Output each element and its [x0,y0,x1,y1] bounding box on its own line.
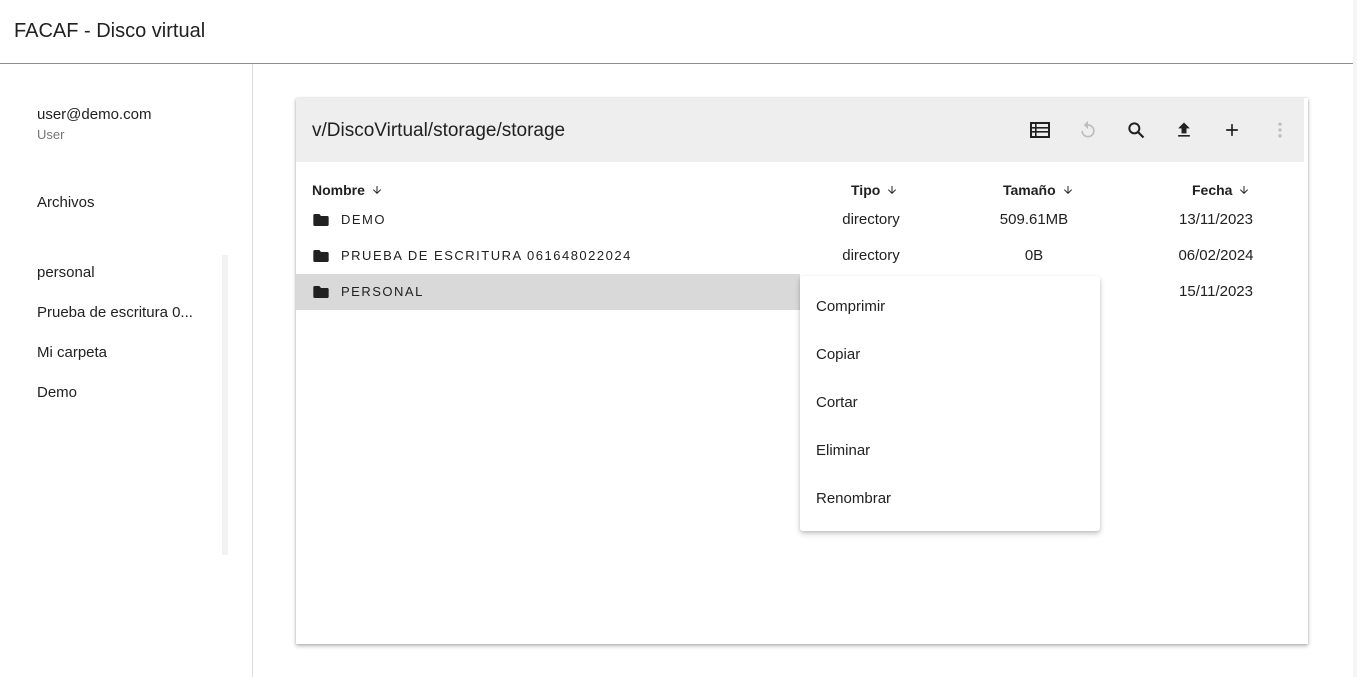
table-row[interactable]: PRUEBA DE ESCRITURA 061648022024 directo… [296,238,1304,274]
upload-icon[interactable] [1172,118,1196,142]
file-type: directory [842,211,900,228]
file-name: PERSONAL [341,284,424,299]
app-title: FACAF - Disco virtual [14,20,206,42]
folder-icon [313,286,329,298]
refresh-icon [1076,118,1100,142]
column-header-tipo[interactable]: Tipo [851,182,898,198]
menu-item-comprimir[interactable]: Comprimir [800,282,1100,330]
file-browser-toolbar: v/DiscoVirtual/storage/storage [296,98,1304,162]
more-vert-icon [1268,118,1292,142]
file-size: 0B [1024,247,1044,264]
column-label-tamano: Tamaño [1003,182,1056,198]
nav-item-archivos[interactable]: Archivos [37,194,95,211]
file-date: 06/02/2024 [1178,247,1254,264]
user-role: User [37,127,65,142]
list-view-icon[interactable] [1028,118,1052,142]
menu-item-copiar[interactable]: Copiar [800,330,1100,378]
sort-arrow-down-icon [888,186,897,194]
sidebar-item-prueba-de-escritura[interactable]: Prueba de escritura 0... [37,304,207,321]
window-edge [1353,0,1357,677]
file-date: 15/11/2023 [1179,283,1253,300]
current-path: v/DiscoVirtual/storage/storage [312,120,566,141]
folder-list-scrollbar[interactable] [222,255,228,555]
column-header-tamano[interactable]: Tamaño [1003,182,1074,198]
menu-item-cortar[interactable]: Cortar [800,378,1100,426]
file-name: PRUEBA DE ESCRITURA 061648022024 [341,248,632,263]
sidebar-item-mi-carpeta[interactable]: Mi carpeta [37,344,207,361]
sort-arrow-down-icon [1063,186,1072,194]
column-header-fecha[interactable]: Fecha [1192,182,1250,198]
file-name: DEMO [341,212,386,227]
menu-item-eliminar[interactable]: Eliminar [800,426,1100,474]
table-header: Nombre Tipo Tamaño Fecha [296,178,1304,202]
file-size: 509.61MB [999,211,1069,228]
column-header-nombre[interactable]: Nombre [312,182,383,198]
sidebar-item-demo[interactable]: Demo [37,384,207,401]
column-label-tipo: Tipo [851,182,881,198]
folder-list: personal Prueba de escritura 0... Mi car… [0,254,230,554]
sort-arrow-down-icon [372,186,381,194]
search-icon[interactable] [1124,118,1148,142]
sidebar-item-personal[interactable]: personal [37,264,207,281]
folder-icon [313,250,329,262]
sidebar: user@demo.com User Archivos personal Pru… [0,64,253,677]
sort-arrow-down-icon [1240,186,1249,194]
table-row[interactable]: DEMO directory 509.61MB 13/11/2023 [296,202,1304,238]
context-menu: Comprimir Copiar Cortar Eliminar Renombr… [800,276,1100,531]
file-type: directory [842,247,900,264]
folder-icon [313,214,329,226]
menu-item-renombrar[interactable]: Renombrar [800,474,1100,522]
user-email: user@demo.com [37,106,152,123]
add-icon[interactable] [1220,118,1244,142]
column-label-fecha: Fecha [1192,182,1233,198]
file-date: 13/11/2023 [1179,211,1253,228]
column-label-nombre: Nombre [312,182,365,198]
app-bar: FACAF - Disco virtual [0,0,1353,64]
